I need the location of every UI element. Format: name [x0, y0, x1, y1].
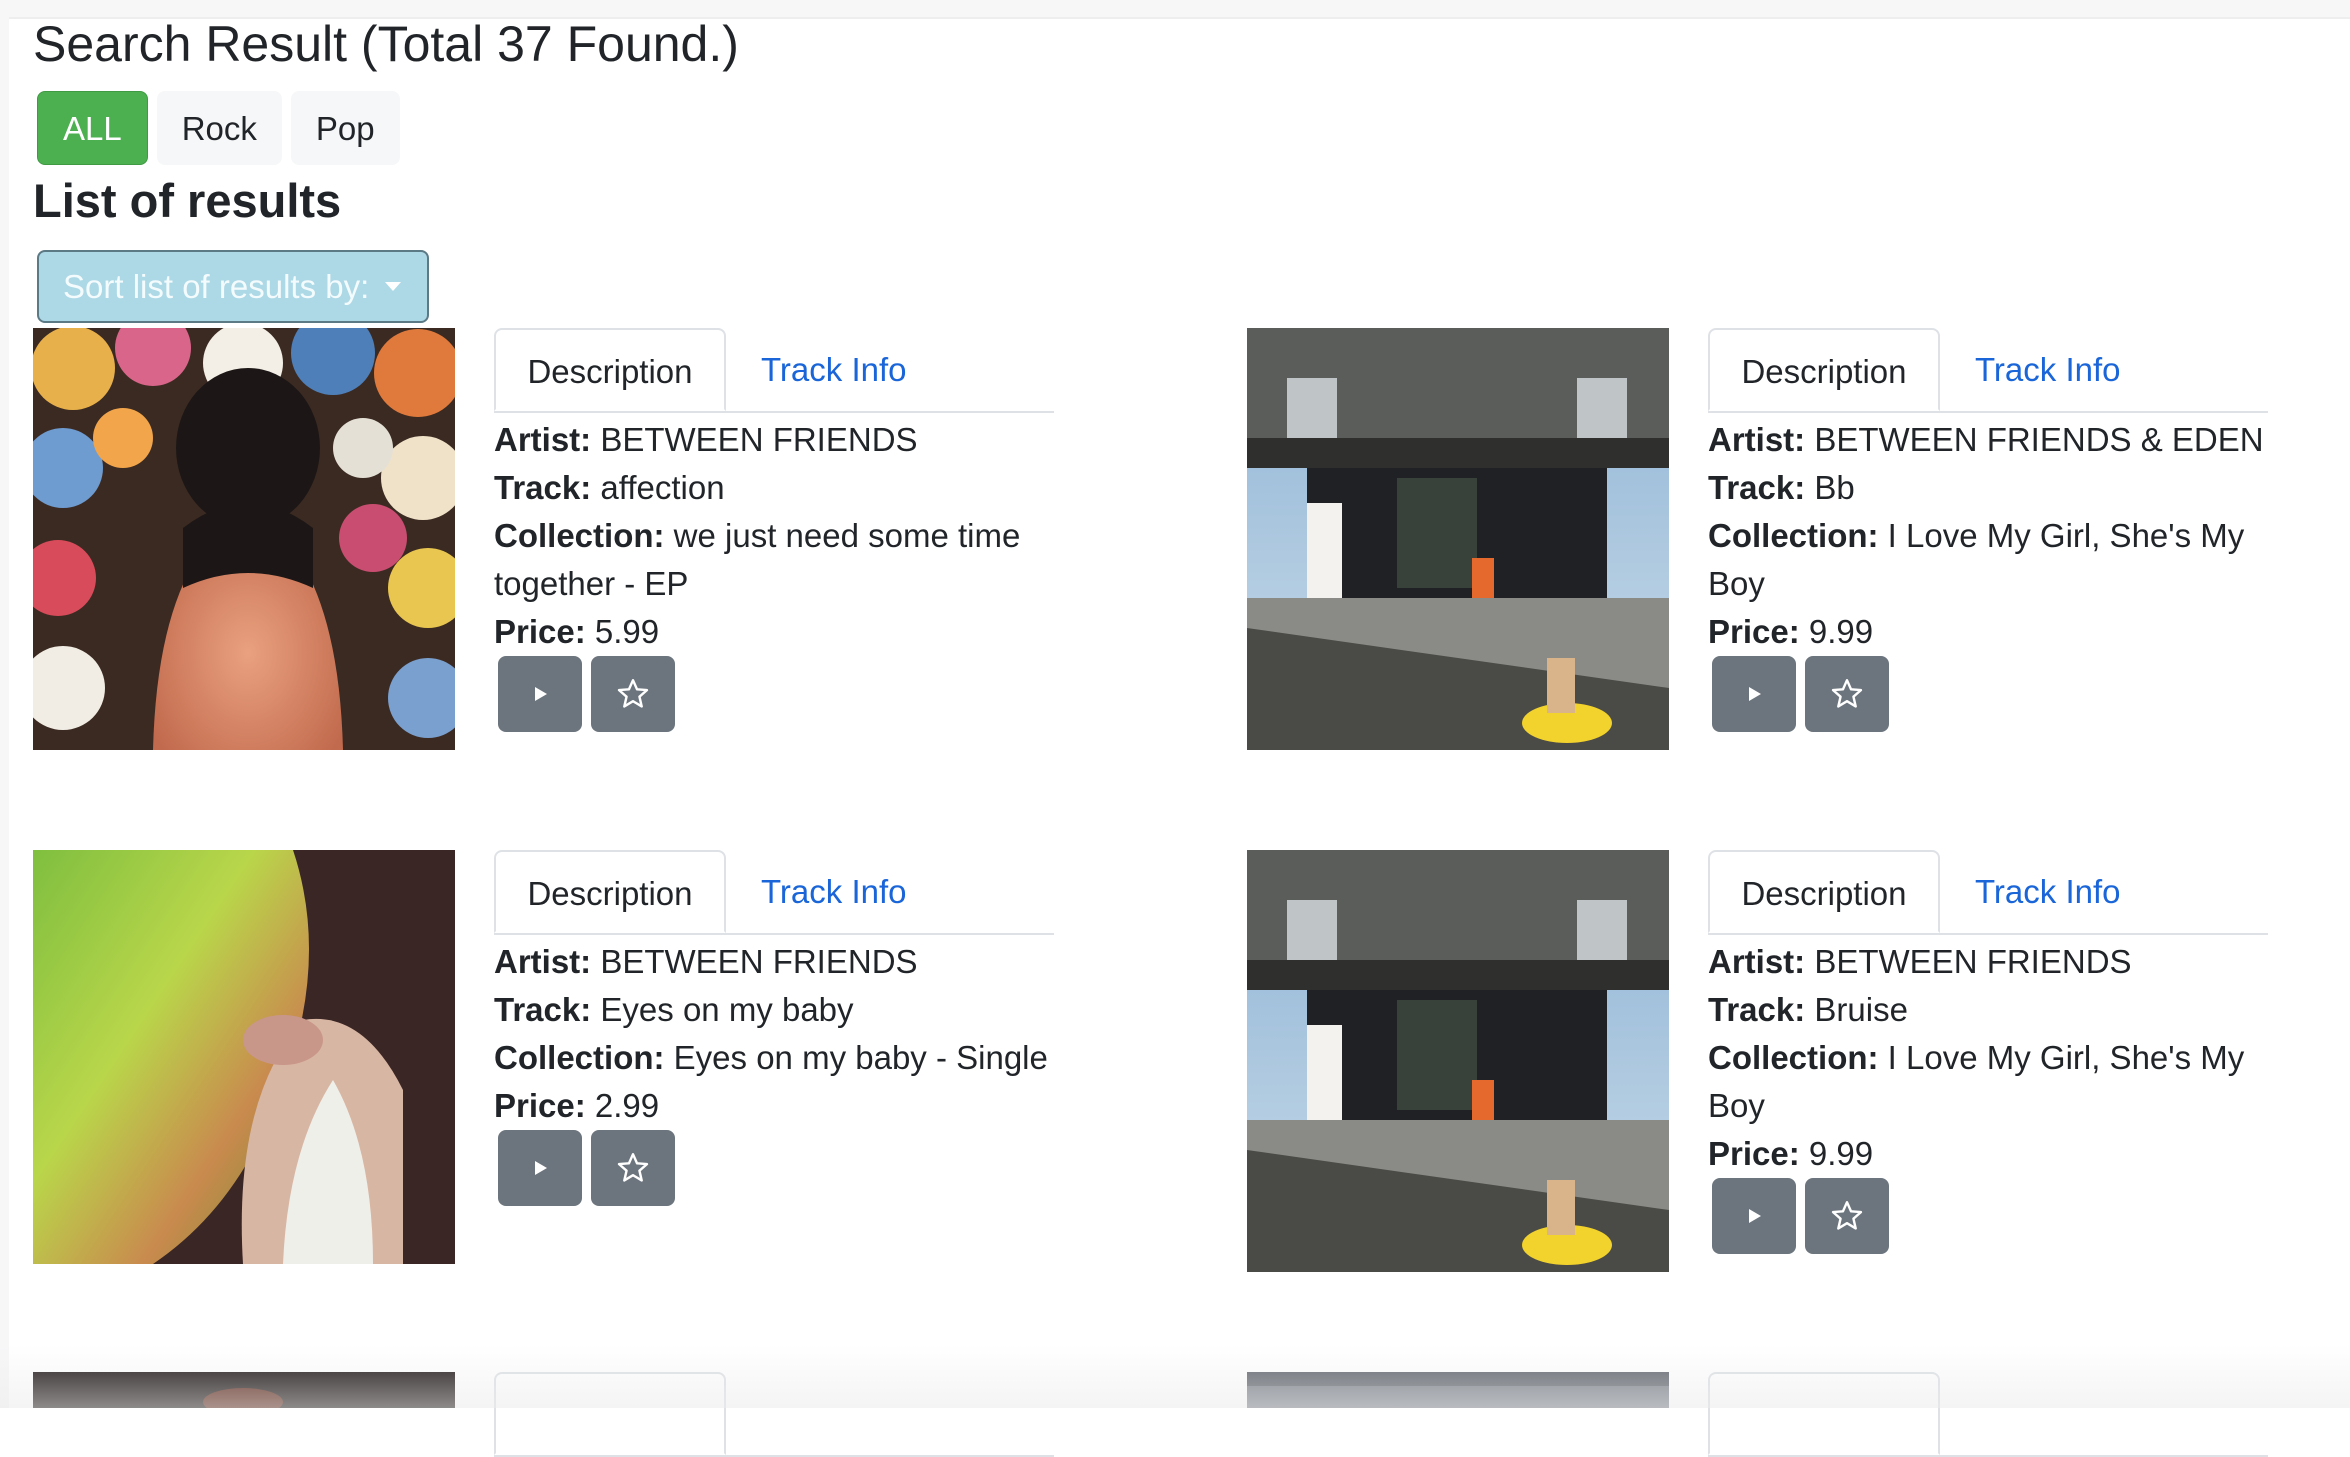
price-value: 5.99 [594, 613, 660, 650]
track-line: Track: Bb [1708, 469, 1855, 506]
track-line: Track: affection [494, 469, 725, 506]
card-actions [498, 1130, 675, 1206]
favorite-button[interactable] [1805, 1178, 1889, 1254]
card-tabs: Description Track Info [494, 850, 1054, 935]
filter-all-button[interactable]: ALL [37, 91, 148, 165]
collection-line: Collection: we just need some time toget… [494, 517, 1021, 602]
collection-line: Collection: I Love My Girl, She's My Boy [1708, 517, 2245, 602]
price-line: Price: 9.99 [1708, 613, 1874, 650]
genre-filter-group: ALL Rock Pop [37, 91, 400, 165]
album-art-image [33, 328, 455, 750]
play-button[interactable] [498, 656, 582, 732]
collection-line: Collection: I Love My Girl, She's My Boy [1708, 1039, 2245, 1124]
tab-description[interactable]: Description [494, 850, 726, 933]
play-icon [535, 687, 547, 701]
star-outline-icon [1831, 1201, 1863, 1230]
track-details: Artist: BETWEEN FRIENDS Track: Bruise Co… [1708, 938, 2268, 1178]
play-icon [1749, 1209, 1761, 1223]
track-details: Artist: BETWEEN FRIENDS & EDEN Track: Bb… [1708, 416, 2268, 656]
sort-dropdown-button[interactable]: Sort list of results by: [37, 250, 429, 323]
price-line: Price: 5.99 [494, 613, 660, 650]
tab-track-info[interactable]: Track Info [761, 850, 907, 933]
album-art-image [1247, 328, 1669, 750]
favorite-button[interactable] [1805, 656, 1889, 732]
tab-description[interactable]: Description [1708, 850, 1940, 933]
tab-description[interactable]: Description [1708, 328, 1940, 411]
tab-track-info[interactable]: Track Info [761, 328, 907, 411]
artist-line: Artist: BETWEEN FRIENDS & EDEN [1708, 421, 2264, 458]
card-tabs: Description Track Info [1708, 850, 2268, 935]
artist-value: BETWEEN FRIENDS [1814, 943, 2132, 980]
track-details: Artist: BETWEEN FRIENDS Track: Eyes on m… [494, 938, 1054, 1130]
track-value: affection [600, 469, 725, 506]
artist-value: BETWEEN FRIENDS [600, 421, 918, 458]
scroll-fade [0, 1345, 2350, 1408]
track-value: Eyes on my baby [600, 991, 854, 1028]
caret-down-icon [385, 281, 402, 291]
filter-rock-button[interactable]: Rock [156, 91, 282, 165]
tab-track-info[interactable]: Track Info [1975, 850, 2121, 933]
play-button[interactable] [498, 1130, 582, 1206]
sort-dropdown-label: Sort list of results by: [63, 268, 370, 305]
price-value: 2.99 [594, 1087, 660, 1124]
price-value: 9.99 [1808, 1135, 1874, 1172]
price-line: Price: 2.99 [494, 1087, 660, 1124]
track-value: Bb [1814, 469, 1855, 506]
play-icon [1749, 687, 1761, 701]
album-art-image [1247, 850, 1669, 1272]
page-title: Search Result (Total 37 Found.) [33, 16, 739, 72]
star-outline-icon [617, 1153, 649, 1182]
artist-line: Artist: BETWEEN FRIENDS [494, 421, 918, 458]
artist-line: Artist: BETWEEN FRIENDS [494, 943, 918, 980]
collection-line: Collection: Eyes on my baby - Single [494, 1039, 1048, 1076]
track-line: Track: Bruise [1708, 991, 1908, 1028]
card-actions [498, 656, 675, 732]
card-actions [1712, 656, 1889, 732]
favorite-button[interactable] [591, 1130, 675, 1206]
card-tabs: Description Track Info [494, 328, 1054, 413]
play-button[interactable] [1712, 1178, 1796, 1254]
play-button[interactable] [1712, 656, 1796, 732]
album-art-image [33, 850, 455, 1264]
star-outline-icon [1831, 679, 1863, 708]
artist-value: BETWEEN FRIENDS [600, 943, 918, 980]
card-tabs: Description Track Info [1708, 328, 2268, 413]
artist-value: BETWEEN FRIENDS & EDEN [1814, 421, 2264, 458]
list-title: List of results [33, 174, 342, 227]
play-icon [535, 1161, 547, 1175]
favorite-button[interactable] [591, 656, 675, 732]
collection-value: Eyes on my baby - Single [673, 1039, 1048, 1076]
left-edge [0, 17, 9, 1408]
star-outline-icon [617, 679, 649, 708]
filter-pop-button[interactable]: Pop [290, 91, 400, 165]
price-line: Price: 9.99 [1708, 1135, 1874, 1172]
tab-description[interactable]: Description [494, 328, 726, 411]
tab-track-info[interactable]: Track Info [1975, 328, 2121, 411]
artist-line: Artist: BETWEEN FRIENDS [1708, 943, 2132, 980]
price-value: 9.99 [1808, 613, 1874, 650]
track-details: Artist: BETWEEN FRIENDS Track: affection… [494, 416, 1054, 656]
track-value: Bruise [1814, 991, 1908, 1028]
track-line: Track: Eyes on my baby [494, 991, 854, 1028]
card-actions [1712, 1178, 1889, 1254]
